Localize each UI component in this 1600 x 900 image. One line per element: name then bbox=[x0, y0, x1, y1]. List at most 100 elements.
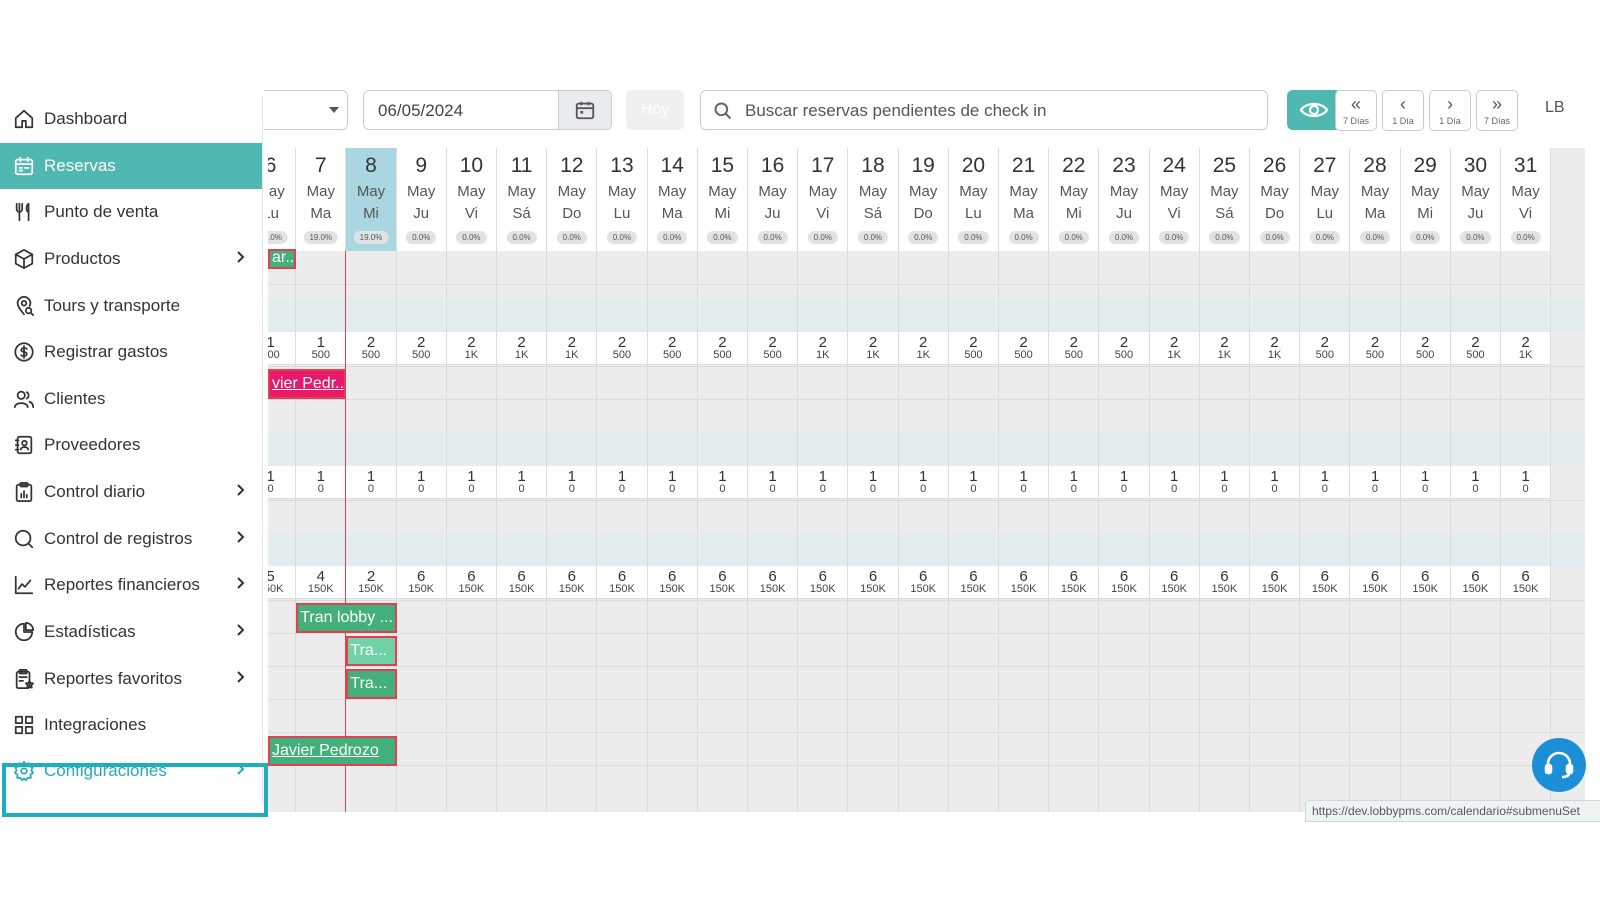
availability-cell[interactable]: 2 1K bbox=[547, 332, 598, 365]
day-header[interactable]: 17 May Vi 0.0% bbox=[798, 148, 849, 251]
availability-cell[interactable]: 6 150K bbox=[1450, 566, 1501, 599]
prev-1-day-button[interactable]: ‹ 1 Día bbox=[1382, 90, 1424, 131]
date-input[interactable]: 06/05/2024 bbox=[363, 90, 612, 130]
day-header[interactable]: 12 May Do 0.0% bbox=[547, 148, 598, 251]
availability-cell[interactable]: 6 150K bbox=[396, 566, 447, 599]
day-header[interactable]: 30 May Ju 0.0% bbox=[1450, 148, 1501, 251]
availability-cell[interactable]: 2 500 bbox=[396, 332, 447, 365]
reservation-block[interactable]: Javier Pedrozo bbox=[268, 736, 397, 766]
availability-cell[interactable]: 5150K bbox=[268, 566, 297, 599]
prev-7-days-button[interactable]: « 7 Días bbox=[1335, 90, 1377, 131]
search-box[interactable] bbox=[700, 90, 1268, 130]
availability-cell[interactable]: 2 1K bbox=[798, 332, 849, 365]
availability-cell[interactable]: 6 150K bbox=[547, 566, 598, 599]
availability-cell[interactable]: 10 bbox=[1300, 466, 1351, 499]
property-select[interactable] bbox=[264, 90, 348, 130]
sidebar-item-dashboard[interactable]: Dashboard bbox=[0, 96, 262, 142]
sidebar-item-proveedores[interactable]: Proveedores bbox=[0, 422, 262, 468]
availability-cell[interactable]: 4 150K bbox=[296, 566, 347, 599]
availability-cell[interactable]: 6 150K bbox=[898, 566, 949, 599]
day-header[interactable]: 20 May Lu 0.0% bbox=[948, 148, 999, 251]
availability-cell[interactable]: 10 bbox=[1149, 466, 1200, 499]
reservation-block[interactable]: Tran lobby ... bbox=[296, 603, 397, 633]
day-header[interactable]: 26 May Do 0.0% bbox=[1250, 148, 1301, 251]
availability-cell[interactable]: 10 bbox=[268, 466, 297, 499]
availability-cell[interactable]: 2 500 bbox=[697, 332, 748, 365]
availability-cell[interactable]: 2 500 bbox=[597, 332, 648, 365]
availability-cell[interactable]: 10 bbox=[497, 466, 548, 499]
day-header[interactable]: 19 May Do 0.0% bbox=[898, 148, 949, 251]
day-header[interactable]: 22 May Mi 0.0% bbox=[1049, 148, 1100, 251]
availability-cell[interactable]: 1500 bbox=[268, 332, 297, 365]
availability-cell[interactable]: 10 bbox=[999, 466, 1050, 499]
support-chat-button[interactable] bbox=[1532, 738, 1586, 792]
availability-cell[interactable]: 10 bbox=[1099, 466, 1150, 499]
availability-cell[interactable]: 6 150K bbox=[948, 566, 999, 599]
sidebar-item-tours-y-transporte[interactable]: Tours y transporte bbox=[0, 283, 262, 329]
availability-cell[interactable]: 6 150K bbox=[1149, 566, 1200, 599]
availability-cell[interactable]: 2 500 bbox=[346, 332, 397, 365]
calendar-picker-button[interactable] bbox=[558, 91, 611, 129]
availability-cell[interactable]: 2 1K bbox=[1501, 332, 1552, 365]
availability-cell[interactable]: 10 bbox=[1501, 466, 1552, 499]
availability-cell[interactable]: 10 bbox=[446, 466, 497, 499]
sidebar-item-configuraciones[interactable]: Configuraciones bbox=[0, 748, 262, 794]
availability-cell[interactable]: 2 500 bbox=[948, 332, 999, 365]
search-input[interactable] bbox=[743, 97, 1247, 125]
availability-cell[interactable]: 10 bbox=[296, 466, 347, 499]
reservation-block[interactable]: Tra... bbox=[346, 636, 397, 666]
availability-cell[interactable]: 2 1K bbox=[1250, 332, 1301, 365]
view-toggle-button[interactable] bbox=[1287, 90, 1341, 130]
availability-cell[interactable]: 10 bbox=[1250, 466, 1301, 499]
availability-cell[interactable]: 2 150K bbox=[346, 566, 397, 599]
day-header[interactable]: 25 May Sá 0.0% bbox=[1199, 148, 1250, 251]
availability-cell[interactable]: 10 bbox=[597, 466, 648, 499]
availability-cell[interactable]: 10 bbox=[697, 466, 748, 499]
day-header[interactable]: 8 May Mi 19.0% bbox=[346, 148, 397, 251]
availability-cell[interactable]: 2 1K bbox=[1149, 332, 1200, 365]
sidebar-item-estadisticas[interactable]: Estadísticas bbox=[0, 609, 262, 655]
availability-cell[interactable]: 2 500 bbox=[1099, 332, 1150, 365]
availability-cell[interactable]: 10 bbox=[346, 466, 397, 499]
day-header[interactable]: 13 May Lu 0.0% bbox=[597, 148, 648, 251]
sidebar-item-integraciones[interactable]: Integraciones bbox=[0, 702, 262, 748]
availability-cell[interactable]: 6 150K bbox=[848, 566, 899, 599]
availability-cell[interactable]: 6 150K bbox=[1400, 566, 1451, 599]
reservation-block[interactable]: vier Pedr... bbox=[268, 369, 347, 399]
availability-cell[interactable]: 2 1K bbox=[1199, 332, 1250, 365]
availability-cell[interactable]: 6 150K bbox=[748, 566, 799, 599]
day-header[interactable]: 6 May Lu 19.0% bbox=[268, 148, 297, 251]
day-header[interactable]: 23 May Ju 0.0% bbox=[1099, 148, 1150, 251]
availability-cell[interactable]: 2 500 bbox=[647, 332, 698, 365]
availability-cell[interactable]: 10 bbox=[948, 466, 999, 499]
day-header[interactable]: 7 May Ma 19.0% bbox=[296, 148, 347, 251]
next-7-days-button[interactable]: » 7 Días bbox=[1476, 90, 1518, 131]
availability-cell[interactable]: 10 bbox=[1049, 466, 1100, 499]
availability-cell[interactable]: 2 1K bbox=[497, 332, 548, 365]
availability-cell[interactable]: 6 150K bbox=[497, 566, 548, 599]
availability-cell[interactable]: 6 150K bbox=[1350, 566, 1401, 599]
availability-cell[interactable]: 2 1K bbox=[446, 332, 497, 365]
reservation-block[interactable]: Tra... bbox=[346, 669, 397, 699]
availability-cell[interactable]: 10 bbox=[1450, 466, 1501, 499]
availability-cell[interactable]: 10 bbox=[848, 466, 899, 499]
availability-cell[interactable]: 6 150K bbox=[1250, 566, 1301, 599]
availability-cell[interactable]: 2 500 bbox=[1049, 332, 1100, 365]
day-header[interactable]: 11 May Sá 0.0% bbox=[497, 148, 548, 251]
availability-cell[interactable]: 6 150K bbox=[798, 566, 849, 599]
sidebar-item-control-de-registros[interactable]: Control de registros bbox=[0, 516, 262, 562]
sidebar-item-registrar-gastos[interactable]: Registrar gastos bbox=[0, 329, 262, 375]
availability-cell[interactable]: 1500 bbox=[296, 332, 347, 365]
availability-cell[interactable]: 2 500 bbox=[1350, 332, 1401, 365]
day-header[interactable]: 16 May Ju 0.0% bbox=[748, 148, 799, 251]
reservation-block[interactable]: ar... bbox=[268, 249, 297, 269]
availability-cell[interactable]: 2 500 bbox=[1450, 332, 1501, 365]
availability-cell[interactable]: 6 150K bbox=[1199, 566, 1250, 599]
availability-cell[interactable]: 6 150K bbox=[1099, 566, 1150, 599]
availability-cell[interactable]: 10 bbox=[1350, 466, 1401, 499]
availability-cell[interactable]: 10 bbox=[647, 466, 698, 499]
availability-cell[interactable]: 2 500 bbox=[748, 332, 799, 365]
user-initials[interactable]: LB bbox=[1545, 99, 1565, 117]
today-button[interactable]: Hoy bbox=[626, 90, 684, 130]
day-header[interactable]: 21 May Ma 0.0% bbox=[999, 148, 1050, 251]
